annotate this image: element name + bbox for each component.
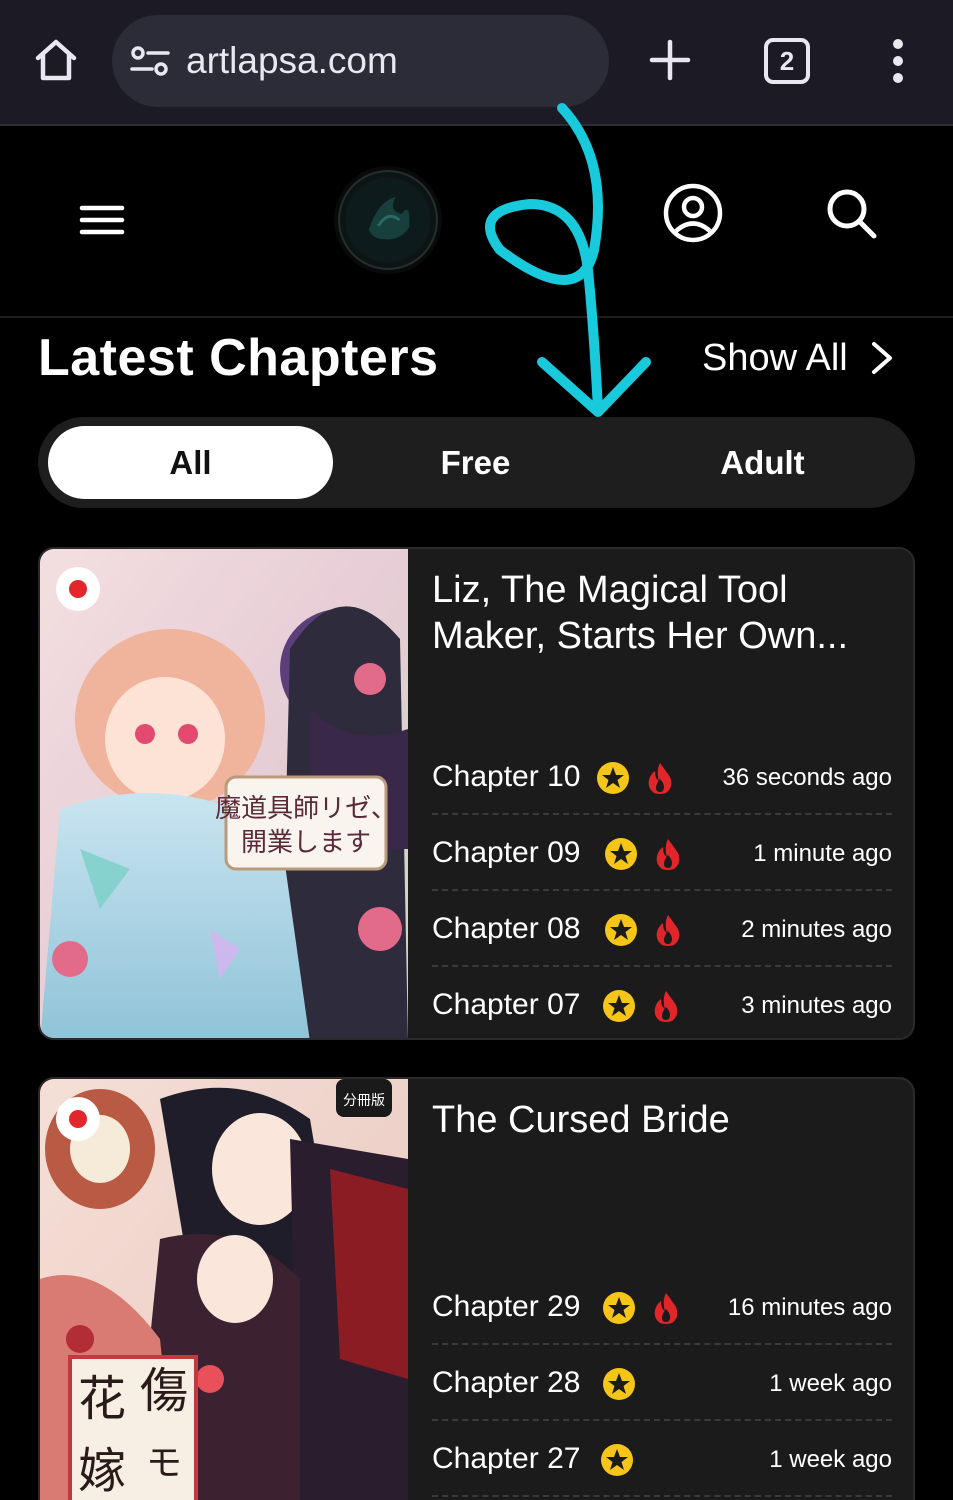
svg-text:モ: モ xyxy=(146,1443,182,1484)
chapter-label: Chapter 27 xyxy=(432,1442,581,1475)
fire-icon xyxy=(656,839,680,870)
site-logo[interactable] xyxy=(338,170,438,270)
tab-adult[interactable]: Adult xyxy=(620,426,905,499)
star-badge-icon xyxy=(597,762,629,794)
star-badge-icon xyxy=(605,914,637,946)
series-cover-image[interactable]: 分冊版 傷 モ 花 嫁 xyxy=(40,1079,408,1500)
chapter-row[interactable]: Chapter 09 1 minute ago xyxy=(432,815,892,891)
chevron-right-icon xyxy=(871,342,892,374)
svg-text:傷: 傷 xyxy=(140,1363,188,1419)
svg-text:分冊版: 分冊版 xyxy=(343,1093,385,1109)
series-title[interactable]: Liz, The Magical Tool Maker, Starts Her … xyxy=(432,567,892,659)
cover-badge xyxy=(56,567,100,611)
chapter-label: Chapter 10 xyxy=(432,760,581,793)
chapter-label: Chapter 08 xyxy=(432,912,581,945)
chapter-row[interactable]: Chapter 28 1 week ago xyxy=(432,1345,892,1421)
site-header xyxy=(0,128,953,318)
chapter-label: Chapter 29 xyxy=(432,1290,581,1323)
tab-free[interactable]: Free xyxy=(333,426,618,499)
user-profile-icon[interactable] xyxy=(662,182,724,244)
star-badge-icon xyxy=(605,838,637,870)
hamburger-menu-icon[interactable] xyxy=(78,200,126,240)
svg-text:嫁: 嫁 xyxy=(78,1443,126,1499)
svg-text:開業します: 開業します xyxy=(241,828,371,858)
series-title[interactable]: The Cursed Bride xyxy=(432,1097,892,1143)
filter-tabs: All Free Adult xyxy=(38,417,915,508)
series-card[interactable]: 分冊版 傷 モ 花 嫁 The Cursed Bride Chapter 29 … xyxy=(38,1077,915,1500)
chapter-row[interactable]: Chapter 27 1 week ago xyxy=(432,1421,892,1497)
series-card[interactable]: 魔道具師リゼ、 開業します Liz, The Magical Tool Make… xyxy=(38,547,915,1040)
chapter-row[interactable]: Chapter 10 36 seconds ago xyxy=(432,739,892,815)
new-tab-icon[interactable] xyxy=(646,36,694,84)
chapter-time: 2 minutes ago xyxy=(741,916,892,943)
svg-text:花: 花 xyxy=(78,1371,126,1427)
star-badge-icon xyxy=(603,990,635,1022)
chapter-time: 1 minute ago xyxy=(753,840,892,867)
page-title: Latest Chapters xyxy=(38,329,439,387)
tab-all[interactable]: All xyxy=(48,426,333,499)
chapter-time: 1 week ago xyxy=(769,1446,892,1473)
star-badge-icon xyxy=(603,1292,635,1324)
svg-text:魔道具師リゼ、: 魔道具師リゼ、 xyxy=(215,794,397,824)
fire-icon xyxy=(648,763,672,794)
chapter-time: 3 minutes ago xyxy=(741,992,892,1019)
chapter-time: 16 minutes ago xyxy=(727,1294,892,1321)
home-icon[interactable] xyxy=(32,36,80,84)
tab-switcher-button[interactable]: 2 xyxy=(764,38,810,84)
fire-icon xyxy=(654,991,678,1022)
chapter-label: Chapter 07 xyxy=(432,988,581,1021)
browser-toolbar: artlapsa.com 2 xyxy=(0,0,953,126)
chapter-row[interactable]: Chapter 29 16 minutes ago xyxy=(432,1269,892,1345)
url-text: artlapsa.com xyxy=(186,40,398,81)
series-cover-image[interactable]: 魔道具師リゼ、 開業します xyxy=(40,549,408,1038)
chapter-time: 36 seconds ago xyxy=(722,764,892,791)
more-options-icon[interactable] xyxy=(880,36,916,86)
site-settings-icon[interactable] xyxy=(130,45,170,77)
address-bar[interactable]: artlapsa.com xyxy=(112,15,609,107)
chapter-label: Chapter 28 xyxy=(432,1366,581,1399)
chapter-label: Chapter 09 xyxy=(432,836,581,869)
show-all-label: Show All xyxy=(702,336,848,379)
cover-badge xyxy=(56,1097,100,1141)
show-all-link[interactable]: Show All xyxy=(702,332,894,384)
fire-icon xyxy=(656,915,680,946)
star-badge-icon xyxy=(603,1368,635,1400)
chapter-time: 1 week ago xyxy=(769,1370,892,1397)
fire-icon xyxy=(654,1293,678,1324)
chapter-row[interactable]: Chapter 08 2 minutes ago xyxy=(432,891,892,967)
star-badge-icon xyxy=(601,1444,633,1476)
chapter-row[interactable]: Chapter 07 3 minutes ago xyxy=(432,967,892,1038)
search-icon[interactable] xyxy=(824,186,878,240)
